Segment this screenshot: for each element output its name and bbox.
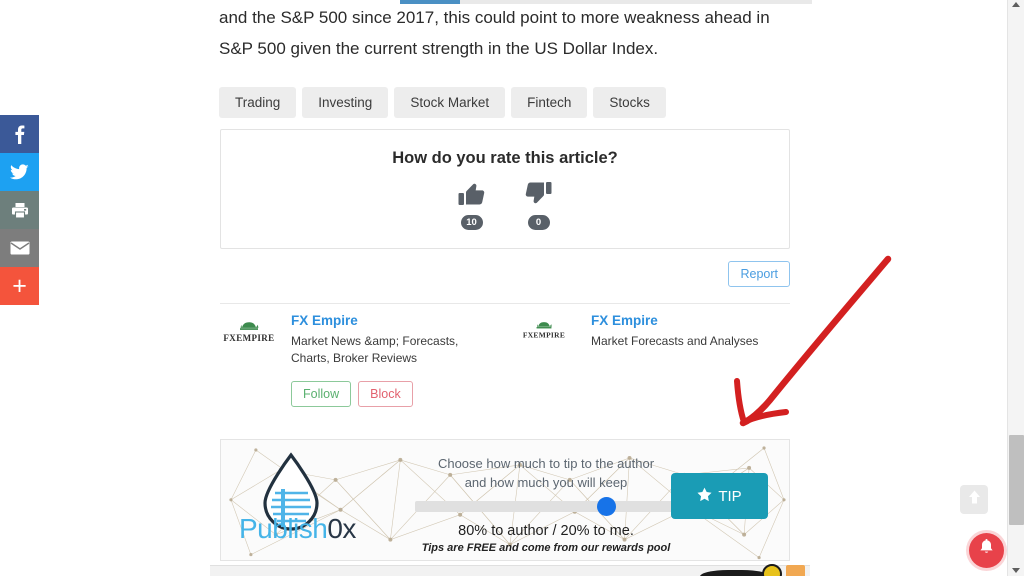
block-button[interactable]: Block — [358, 381, 413, 407]
thumbs-down-button[interactable]: 0 — [525, 181, 552, 230]
plus-icon: + — [12, 271, 27, 300]
author-info: FX Empire Market News &amp; Forecasts, C… — [291, 312, 520, 407]
tag-trading[interactable]: Trading — [219, 87, 297, 118]
thumbs-down-icon — [525, 181, 552, 212]
bell-icon — [978, 539, 995, 562]
author-section-divider — [220, 303, 790, 304]
facebook-icon — [14, 124, 25, 144]
tip-button-label: TIP — [718, 487, 742, 505]
tag-fintech[interactable]: Fintech — [511, 87, 588, 118]
author-section: FXEMPIRE FX Empire Market News &amp; For… — [220, 312, 790, 407]
report-row: Report — [220, 261, 790, 287]
publish0x-brand-suffix: 0x — [327, 513, 356, 544]
tip-prompt-line-2: and how much you will keep — [464, 475, 628, 490]
report-button[interactable]: Report — [728, 261, 790, 287]
follow-button[interactable]: Follow — [291, 381, 352, 407]
scrollbar-down-arrow-icon[interactable] — [1012, 568, 1020, 573]
author-name-link-secondary[interactable]: FX Empire — [591, 312, 790, 330]
article-rating-card: How do you rate this article? 10 0 — [220, 129, 790, 249]
publish0x-brand-prefix: Publish — [239, 513, 328, 544]
thumbs-down-count: 0 — [527, 215, 550, 230]
scrollbar-thumb[interactable] — [1009, 435, 1024, 525]
author-card-secondary: FXEMPIRE FX Empire Market Forecasts and … — [520, 312, 790, 407]
tip-slider-handle[interactable] — [597, 497, 616, 516]
thumbs-up-icon — [458, 181, 485, 212]
author-actions: Follow Block — [291, 381, 520, 407]
tag-stocks[interactable]: Stocks — [593, 87, 666, 118]
article-body: and the S&P 500 since 2017, this could p… — [219, 0, 791, 64]
share-twitter-button[interactable] — [0, 153, 39, 191]
author-description-secondary: Market Forecasts and Analyses — [591, 334, 759, 348]
scroll-to-top-button[interactable] — [960, 485, 988, 514]
fxempire-logo-icon: FXEMPIRE — [223, 322, 274, 343]
tip-note: Tips are FREE and come from our rewards … — [421, 542, 671, 554]
thumbs-up-count: 10 — [460, 215, 483, 230]
author-description: Market News &amp; Forecasts, Charts, Bro… — [291, 334, 459, 365]
page-root: + and the S&P 500 since 2017, this could… — [0, 0, 1024, 576]
tip-prompt-line-1: Choose how much to tip to the author — [437, 456, 655, 471]
author-info-secondary: FX Empire Market Forecasts and Analyses — [591, 312, 790, 407]
star-icon — [697, 487, 712, 506]
author-name-link[interactable]: FX Empire — [291, 312, 520, 330]
twitter-icon — [10, 163, 29, 181]
tag-list: Trading Investing Stock Market Fintech S… — [219, 87, 666, 118]
rating-title: How do you rate this article? — [392, 149, 618, 167]
rating-actions: 10 0 — [458, 181, 552, 230]
tip-split-label: 80% to author / 20% to me. — [458, 523, 634, 539]
share-email-button[interactable] — [0, 229, 39, 267]
tip-slider-track[interactable] — [415, 501, 677, 512]
article-content: and the S&P 500 since 2017, this could p… — [219, 0, 791, 64]
tip-button[interactable]: TIP — [671, 473, 768, 519]
thumbs-up-button[interactable]: 10 — [458, 181, 485, 230]
article-body-line-1: and the S&P 500 since 2017, this could p… — [219, 8, 770, 27]
bottom-partial-graphic — [700, 570, 770, 576]
tag-investing[interactable]: Investing — [302, 87, 389, 118]
notification-bell-button[interactable] — [969, 533, 1004, 568]
share-facebook-button[interactable] — [0, 115, 39, 153]
svg-text:FXEMPIRE: FXEMPIRE — [223, 333, 274, 343]
tip-split-slider[interactable] — [415, 497, 677, 516]
publish0x-wordmark: Publish0x — [239, 513, 356, 545]
fxempire-logo-icon: FXEMPIRE — [523, 322, 565, 340]
scrollbar-up-arrow-icon[interactable] — [1012, 2, 1020, 7]
print-icon — [11, 202, 29, 219]
social-share-rail: + — [0, 115, 39, 305]
share-more-button[interactable]: + — [0, 267, 39, 305]
tag-stock-market[interactable]: Stock Market — [394, 87, 506, 118]
author-avatar-secondary[interactable]: FXEMPIRE — [520, 312, 578, 407]
share-print-button[interactable] — [0, 191, 39, 229]
email-icon — [10, 241, 30, 255]
tip-controls: Choose how much to tip to the author and… — [381, 454, 711, 554]
author-avatar[interactable]: FXEMPIRE — [220, 312, 278, 407]
author-card-primary: FXEMPIRE FX Empire Market News &amp; For… — [220, 312, 520, 407]
article-body-line-2: S&P 500 given the current strength in th… — [219, 39, 659, 58]
svg-text:FXEMPIRE: FXEMPIRE — [523, 331, 565, 340]
page-scrollbar[interactable] — [1007, 0, 1024, 576]
bottom-avatar-icon — [786, 565, 805, 576]
publish0x-tip-widget: Publish0x Choose how much to tip to the … — [220, 439, 790, 561]
arrow-up-icon — [967, 489, 982, 510]
